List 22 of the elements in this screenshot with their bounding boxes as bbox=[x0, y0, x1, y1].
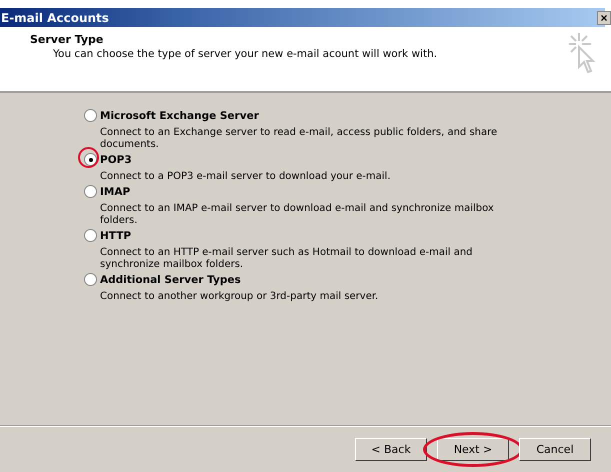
wizard-button[interactable]: Cancel bbox=[519, 438, 591, 460]
option-description: Connect to an IMAP e-mail server to download e-mail and synchronize mailbox folders. bbox=[99, 203, 495, 227]
wizard-button[interactable]: Next > bbox=[437, 438, 509, 460]
option-description: Connect to an Exchange server to read e-mail, access public folders, and share documents. bbox=[99, 127, 498, 151]
radio-button[interactable] bbox=[84, 153, 97, 166]
option-description: Connect to another workgroup or 3rd-party mail server. bbox=[99, 291, 380, 303]
option-label[interactable]: HTTP bbox=[100, 230, 132, 242]
wizard-button[interactable]: < Back bbox=[355, 438, 427, 460]
option-label[interactable]: Microsoft Exchange Server bbox=[100, 110, 259, 122]
radio-button[interactable] bbox=[84, 185, 97, 198]
option-label[interactable]: Additional Server Types bbox=[100, 274, 241, 286]
option-description: Connect to an HTTP e-mail server such as Hotmail to download e-mail and synchronize mailbox folders. bbox=[99, 247, 474, 271]
section-subtitle: You can choose the type of server your new e-mail acount will work with. bbox=[52, 48, 438, 60]
radio-button[interactable] bbox=[84, 273, 97, 286]
close-button[interactable]: × bbox=[597, 10, 611, 24]
radio-button[interactable] bbox=[84, 229, 97, 242]
section-title: Server Type bbox=[30, 33, 104, 46]
option-label[interactable]: IMAP bbox=[100, 186, 130, 198]
window-title: E-mail Accounts bbox=[0, 10, 109, 24]
radio-button[interactable] bbox=[84, 109, 97, 122]
option-label[interactable]: POP3 bbox=[100, 154, 132, 166]
option-description: Connect to a POP3 e-mail server to download your e-mail. bbox=[99, 171, 392, 183]
